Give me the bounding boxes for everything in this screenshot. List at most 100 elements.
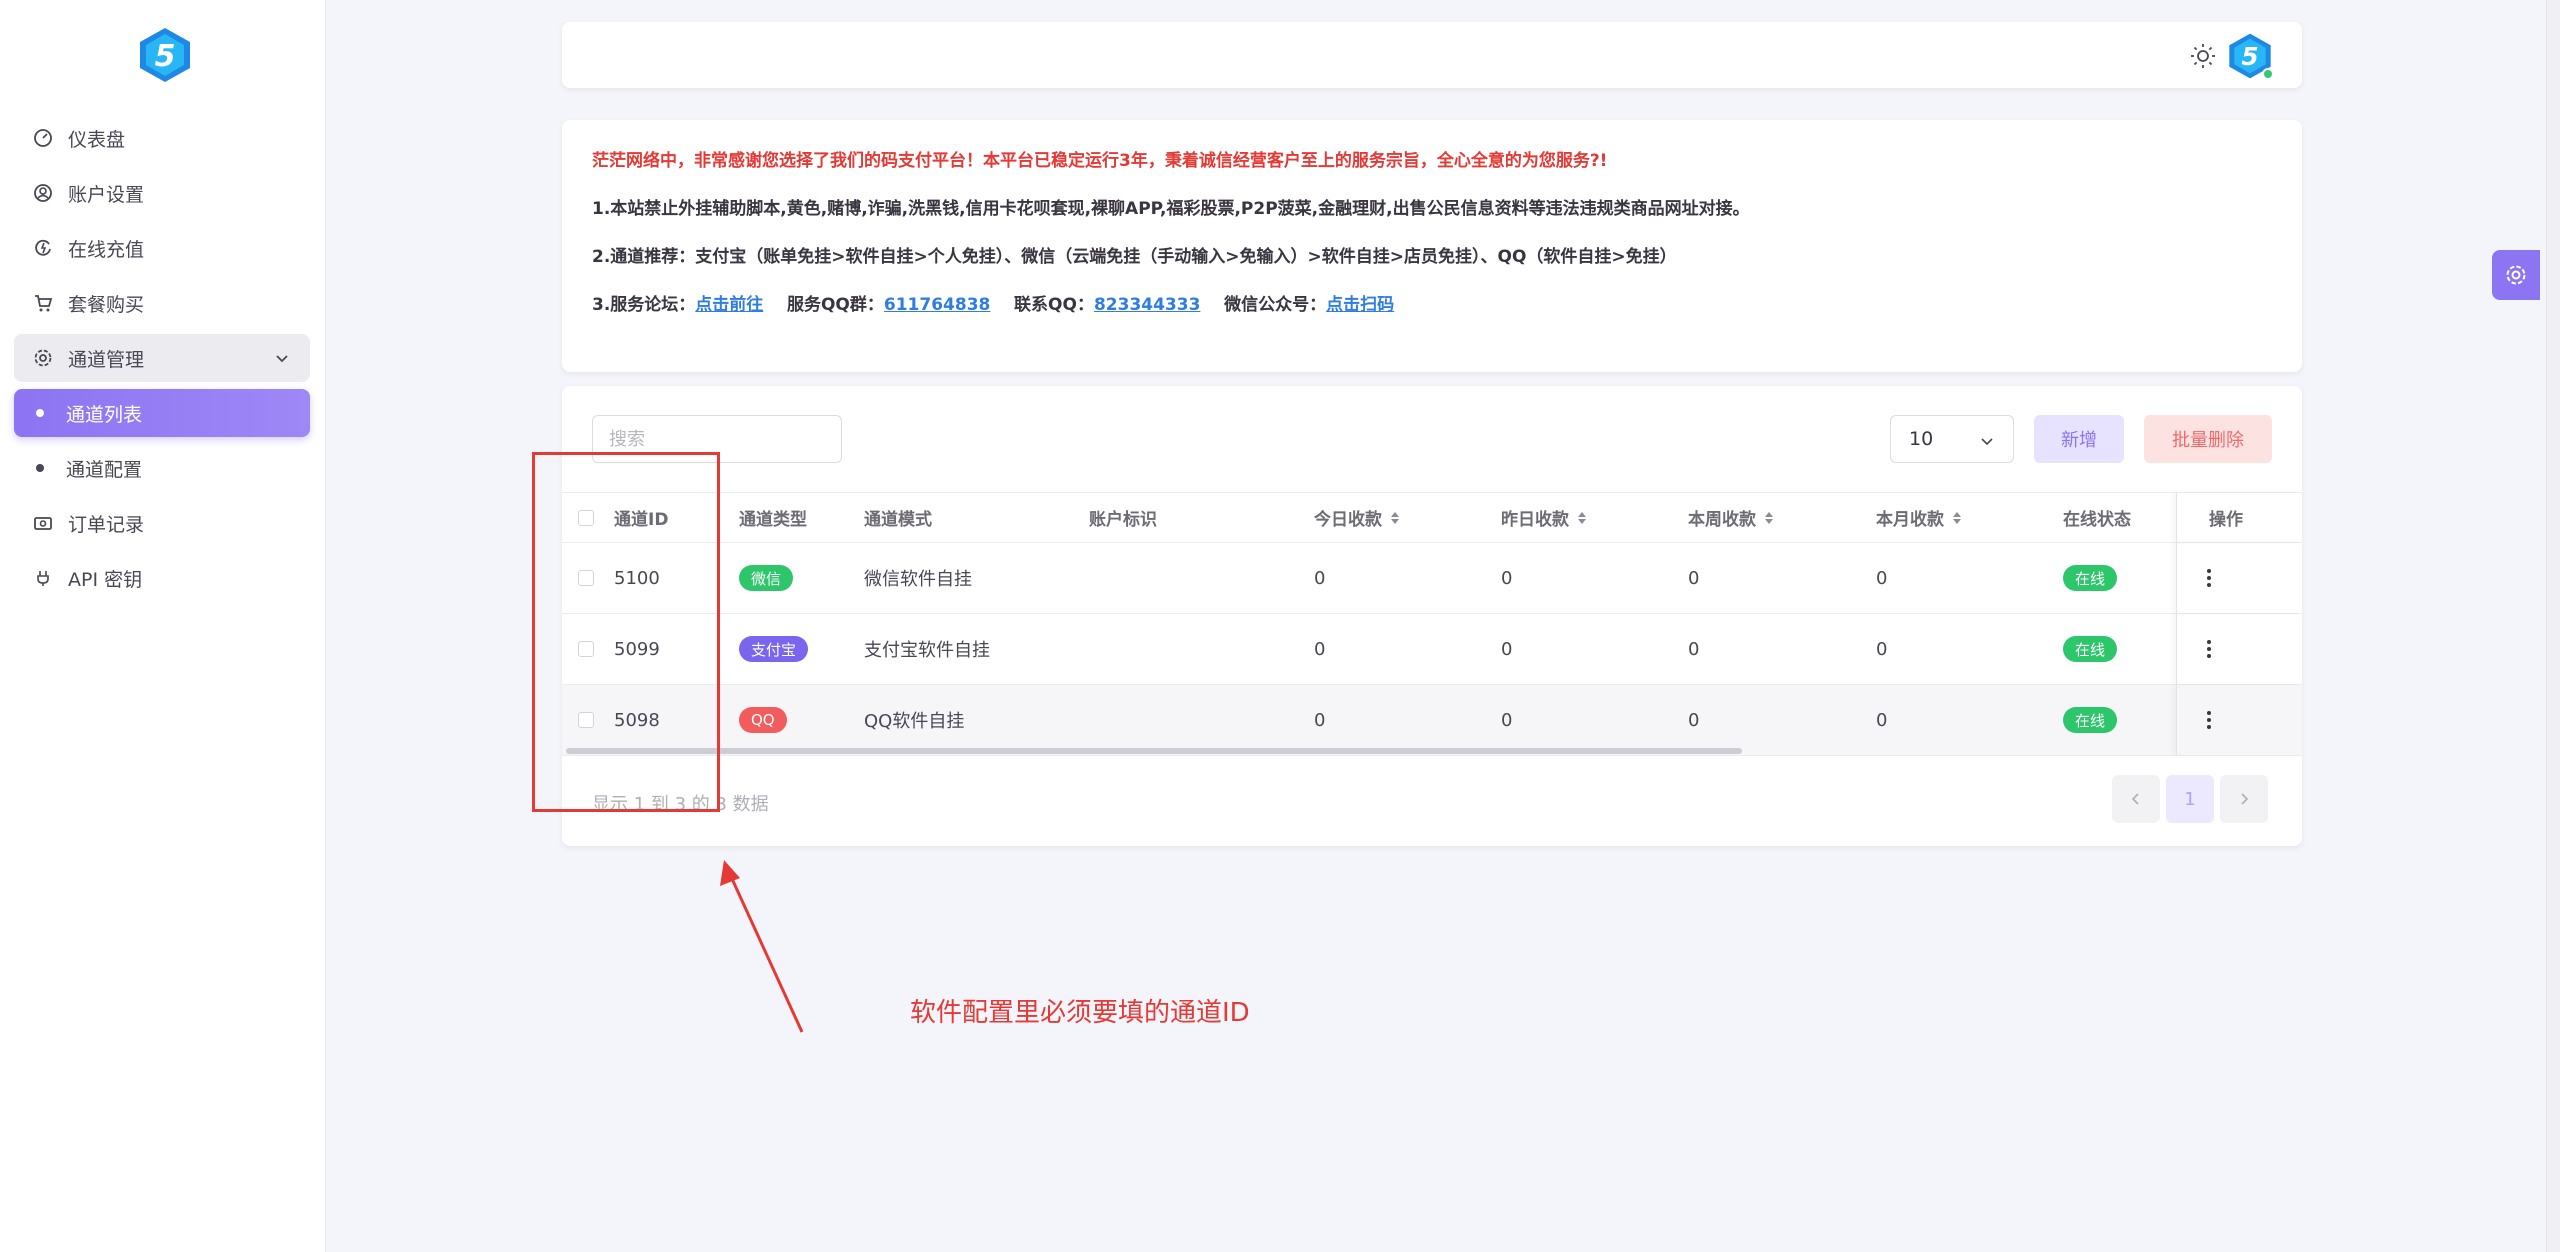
sidebar-nav: 仪表盘 账户设置 在线充值 套餐购买 通道管理 通道列表 通道配置 订单记录 A…: [14, 114, 310, 609]
pagination-info: 显示 1 到 3 的 3 数据: [592, 794, 769, 815]
yesterday-amount: 0: [1501, 709, 1513, 731]
vertical-scrollbar[interactable]: [2546, 0, 2560, 1252]
sidebar-item-api-key[interactable]: API 密钥: [14, 554, 310, 602]
today-amount: 0: [1314, 638, 1326, 660]
sidebar-item-channel-management[interactable]: 通道管理: [14, 334, 310, 382]
select-all-checkbox[interactable]: [578, 509, 594, 526]
month-amount: 0: [1876, 709, 1888, 731]
ops-column: 操作: [2176, 493, 2302, 542]
type-badge: 支付宝: [739, 636, 809, 662]
chevron-down-icon: [272, 348, 292, 368]
row-checkbox[interactable]: [578, 570, 594, 586]
header-channel-mode[interactable]: 通道模式: [864, 493, 932, 542]
channel-id: 5100: [614, 567, 660, 589]
sidebar-item-account-settings[interactable]: 账户设置: [14, 169, 310, 217]
theme-settings-button[interactable]: [2492, 250, 2540, 300]
notice-rules: 1.本站禁止外挂辅助脚本,黄色,赌博,诈骗,洗黑钱,信用卡花呗套现,裸聊APP,…: [592, 199, 1750, 219]
header-week[interactable]: 本周收款: [1688, 493, 1774, 542]
header-month-label: 本月收款: [1876, 510, 1944, 530]
add-button[interactable]: 新增: [2034, 415, 2124, 463]
page-size-select[interactable]: 10: [1890, 415, 2014, 463]
qq-group-link[interactable]: 611764838: [884, 295, 990, 315]
header-account-id[interactable]: 账户标识: [1089, 493, 1157, 542]
channel-mode: 支付宝软件自挂: [864, 640, 990, 661]
sidebar-item-dashboard[interactable]: 仪表盘: [14, 114, 310, 162]
header-channel-id[interactable]: 通道ID: [614, 493, 668, 542]
row-checkbox[interactable]: [578, 712, 594, 728]
header-month[interactable]: 本月收款: [1876, 493, 1962, 542]
month-amount: 0: [1876, 638, 1888, 660]
forum-link[interactable]: 点击前往: [695, 295, 763, 315]
header-online-status: 在线状态: [2063, 510, 2131, 530]
channel-mode: 微信软件自挂: [864, 569, 972, 590]
next-page-button[interactable]: [2220, 775, 2268, 823]
header-yesterday[interactable]: 昨日收款: [1501, 493, 1587, 542]
sidebar-item-channel-list[interactable]: 通道列表: [14, 389, 310, 437]
header-today[interactable]: 今日收款: [1314, 493, 1400, 542]
ops-column: [2176, 543, 2302, 613]
chevron-down-icon: [1979, 432, 1995, 448]
sidebar-item-recharge[interactable]: 在线充值: [14, 224, 310, 272]
ops-column: [2176, 614, 2302, 684]
svg-text:5: 5: [155, 39, 176, 74]
today-amount: 0: [1314, 567, 1326, 589]
wechat-label: 微信公众号：: [1224, 295, 1327, 315]
contact-qq-label: 联系QQ：: [1014, 295, 1094, 315]
batch-delete-button[interactable]: 批量删除: [2144, 415, 2272, 463]
logo-icon[interactable]: 5: [136, 26, 194, 84]
horizontal-scrollbar[interactable]: [566, 748, 1742, 754]
more-vertical-icon[interactable]: [2207, 543, 2211, 613]
sidebar-item-label: 在线充值: [68, 238, 145, 261]
chevron-left-icon: [2131, 793, 2139, 805]
sun-icon[interactable]: [2190, 43, 2216, 69]
notice-card: 茫茫网络中，非常感谢您选择了我们的码支付平台！本平台已稳定运行3年，秉着诚信经营…: [562, 120, 2302, 372]
wechat-link[interactable]: 点击扫码: [1326, 295, 1394, 315]
prev-page-button[interactable]: [2112, 775, 2160, 823]
online-status-dot: [2262, 68, 2274, 80]
type-badge: QQ: [739, 707, 787, 733]
money-icon: [32, 512, 54, 534]
row-checkbox[interactable]: [578, 641, 594, 657]
sidebar-item-label: 通道列表: [66, 403, 143, 426]
svg-text:5: 5: [2241, 42, 2258, 71]
sidebar-item-channel-config[interactable]: 通道配置: [14, 444, 310, 492]
week-amount: 0: [1688, 638, 1700, 660]
table-row: 5099 支付宝 支付宝软件自挂 0 0 0 0 在线: [562, 614, 2302, 685]
annotation-note: 软件配置里必须要填的通道ID: [910, 998, 1250, 1028]
page-button-current[interactable]: 1: [2166, 775, 2214, 823]
status-badge: 在线: [2063, 565, 2118, 591]
recharge-icon: [32, 237, 54, 259]
status-badge: 在线: [2063, 707, 2118, 733]
month-amount: 0: [1876, 567, 1888, 589]
sidebar: 5 仪表盘 账户设置 在线充值 套餐购买 通道管理 通道列表 通道配置 订单记录…: [0, 0, 326, 1252]
more-vertical-icon[interactable]: [2207, 685, 2211, 755]
sidebar-item-orders[interactable]: 订单记录: [14, 499, 310, 547]
annotation-arrow-icon: [720, 860, 804, 1033]
sidebar-item-package[interactable]: 套餐购买: [14, 279, 310, 327]
page-size-value: 10: [1909, 428, 1934, 450]
bullet-icon: [36, 464, 44, 472]
table-row: 5100 微信 微信软件自挂 0 0 0 0 在线: [562, 543, 2302, 614]
header-yesterday-label: 昨日收款: [1501, 510, 1569, 530]
table-row: 5098 QQ QQ软件自挂 0 0 0 0 在线: [562, 685, 2302, 756]
yesterday-amount: 0: [1501, 638, 1513, 660]
week-amount: 0: [1688, 567, 1700, 589]
table-header-row: 通道ID 通道类型 通道模式 账户标识 今日收款 昨日收款 本周收款 本月收款 …: [562, 493, 2302, 543]
week-amount: 0: [1688, 709, 1700, 731]
channel-mode: QQ软件自挂: [864, 711, 965, 732]
contact-qq-link[interactable]: 823344333: [1094, 295, 1200, 315]
sort-icon: [1578, 511, 1586, 524]
sort-icon: [1391, 511, 1399, 524]
today-amount: 0: [1314, 709, 1326, 731]
channel-id: 5098: [614, 709, 660, 731]
header-ops: 操作: [2209, 510, 2243, 530]
top-navbar: 5: [562, 22, 2302, 88]
more-vertical-icon[interactable]: [2207, 614, 2211, 684]
channel-id: 5099: [614, 638, 660, 660]
header-channel-type[interactable]: 通道类型: [739, 493, 807, 542]
sidebar-item-label: 通道配置: [66, 458, 143, 481]
sidebar-item-label: 订单记录: [68, 513, 145, 536]
notice-welcome: 茫茫网络中，非常感谢您选择了我们的码支付平台！本平台已稳定运行3年，秉着诚信经营…: [592, 151, 1608, 171]
channel-table: 通道ID 通道类型 通道模式 账户标识 今日收款 昨日收款 本周收款 本月收款 …: [562, 492, 2302, 756]
search-input[interactable]: [592, 415, 842, 463]
